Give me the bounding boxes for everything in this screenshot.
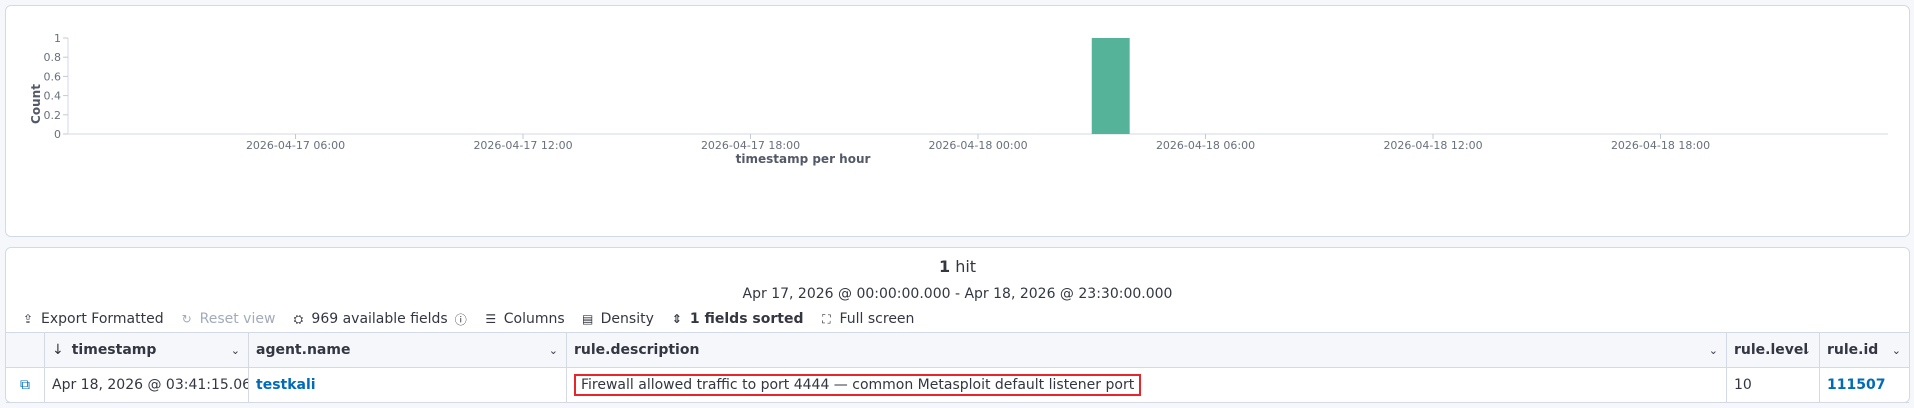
chevron-down-icon[interactable]: ⌄ (1802, 344, 1811, 357)
grid-toolbar: ⇪ Export Formatted ↻ Reset view ⛭ 969 av… (21, 308, 914, 330)
full-screen-label: Full screen (839, 311, 915, 327)
chevron-down-icon[interactable]: ⌄ (231, 344, 240, 357)
column-header-agent-name[interactable]: agent.name ⌄ (249, 333, 567, 367)
chevron-down-icon[interactable]: ⌄ (1892, 344, 1901, 357)
info-icon[interactable]: ⓘ (454, 311, 468, 328)
cell-rule-id: 111507 (1820, 368, 1909, 402)
y-tick-label: 1 (54, 32, 61, 45)
histogram-chart: Count timestamp per hour 00.20.40.60.81 … (29, 32, 1888, 166)
cell-rule-description: Firewall allowed traffic to port 4444 — … (567, 368, 1727, 402)
x-axis: 2026-04-17 06:00 2026-04-17 12:00 2026-04-… (68, 133, 1888, 152)
bars (1091, 38, 1130, 134)
available-fields-button[interactable]: ⛭ 969 available fields ⓘ (291, 311, 467, 328)
hit-count-value: 1 (938, 257, 951, 276)
cell-rule-level: 10 (1727, 368, 1820, 402)
y-tick-label: 0.8 (44, 51, 62, 64)
inspect-document-icon[interactable]: ⧉ (20, 377, 30, 393)
y-axis-title: Count (29, 84, 43, 124)
agent-name-link[interactable]: testkali (256, 377, 316, 393)
y-tick-label: 0 (54, 128, 61, 141)
refresh-icon: ↻ (181, 312, 192, 326)
y-tick-label: 0.2 (44, 109, 62, 122)
x-tick-label: 2026-04-17 18:00 (701, 139, 800, 152)
list-icon: ☰ (485, 312, 497, 326)
x-tick-label: 2026-04-18 06:00 (1156, 139, 1255, 152)
full-screen-button[interactable]: ⛶ Full screen (819, 311, 914, 327)
rule-description-text: Firewall allowed traffic to port 4444 — … (574, 374, 1142, 396)
column-header-rule-level[interactable]: rule.level ⌄ (1727, 333, 1820, 367)
x-tick-label: 2026-04-17 06:00 (246, 139, 345, 152)
grid-header-row: ↓ timestamp ⌄ agent.name ⌄ rule.descript… (6, 333, 1909, 368)
x-axis-title: timestamp per hour (736, 152, 871, 166)
row-control-cell: ⧉ (6, 368, 45, 402)
histogram-panel: Count timestamp per hour 0 0.2 0.4 0.6 0.8 1 … (5, 5, 1910, 237)
column-header-label: agent.name (256, 342, 351, 358)
fullscreen-icon: ⛶ (822, 311, 831, 326)
column-header-label: timestamp (71, 342, 157, 358)
fields-icon: ⛭ (293, 311, 304, 326)
cell-agent-name: testkali (249, 368, 567, 402)
x-tick-label: 2026-04-18 00:00 (928, 139, 1027, 152)
x-tick-label: 2026-04-18 12:00 (1383, 139, 1482, 152)
x-tick-label: 2026-04-18 18:00 (1611, 139, 1710, 152)
column-header-label: rule.level (1734, 342, 1809, 358)
share-icon: ⇪ (22, 312, 34, 326)
columns-label: Columns (503, 311, 565, 327)
rule-id-link[interactable]: 111507 (1827, 377, 1885, 393)
data-grid: ↓ timestamp ⌄ agent.name ⌄ rule.descript… (6, 332, 1909, 403)
y-tick-label: 0.6 (44, 70, 62, 83)
header-control-cell (6, 333, 45, 367)
cell-timestamp: Apr 18, 2026 @ 03:41:15.062 (45, 368, 249, 402)
hit-count-label: hit (955, 257, 977, 276)
fields-sorted-label: 1 fields sorted (689, 311, 804, 327)
chevron-down-icon[interactable]: ⌄ (1709, 344, 1718, 357)
reset-view-label: Reset view (199, 311, 276, 327)
table-density-icon: ▤ (581, 312, 594, 326)
reset-view-button[interactable]: ↻ Reset view (180, 311, 276, 327)
time-range: Apr 17, 2026 @ 00:00:00.000 - Apr 18, 20… (742, 286, 1173, 302)
available-fields-label: 969 available fields (311, 311, 448, 327)
chevron-down-icon[interactable]: ⌄ (549, 344, 558, 357)
column-header-label: rule.id (1827, 342, 1879, 358)
y-axis: 0 0.2 0.4 0.6 0.8 1 (44, 32, 69, 141)
results-panel: 1 hit Apr 17, 2026 @ 00:00:00.000 - Apr … (5, 247, 1910, 403)
export-formatted-label: Export Formatted (41, 311, 164, 327)
hit-count: 1 hit (6, 257, 1909, 276)
table-row: ⧉ Apr 18, 2026 @ 03:41:15.062 testkali F… (6, 368, 1909, 403)
column-header-rule-id[interactable]: rule.id ⌄ (1820, 333, 1909, 367)
histogram-bar (1091, 38, 1130, 134)
column-header-label: rule.description (574, 342, 700, 358)
density-label: Density (600, 311, 654, 327)
density-button[interactable]: ▤ Density (581, 311, 654, 327)
columns-button[interactable]: ☰ Columns (484, 311, 565, 327)
x-tick-label: 2026-04-17 12:00 (473, 139, 572, 152)
sort-descending-icon: ↓ (52, 342, 64, 358)
column-header-timestamp[interactable]: ↓ timestamp ⌄ (45, 333, 249, 367)
fields-sorted-button[interactable]: ⇕ 1 fields sorted (670, 311, 804, 327)
column-header-rule-description[interactable]: rule.description ⌄ (567, 333, 1727, 367)
sort-icon: ⇕ (671, 312, 682, 326)
y-tick-label: 0.4 (44, 90, 62, 103)
export-formatted-button[interactable]: ⇪ Export Formatted (21, 311, 164, 327)
